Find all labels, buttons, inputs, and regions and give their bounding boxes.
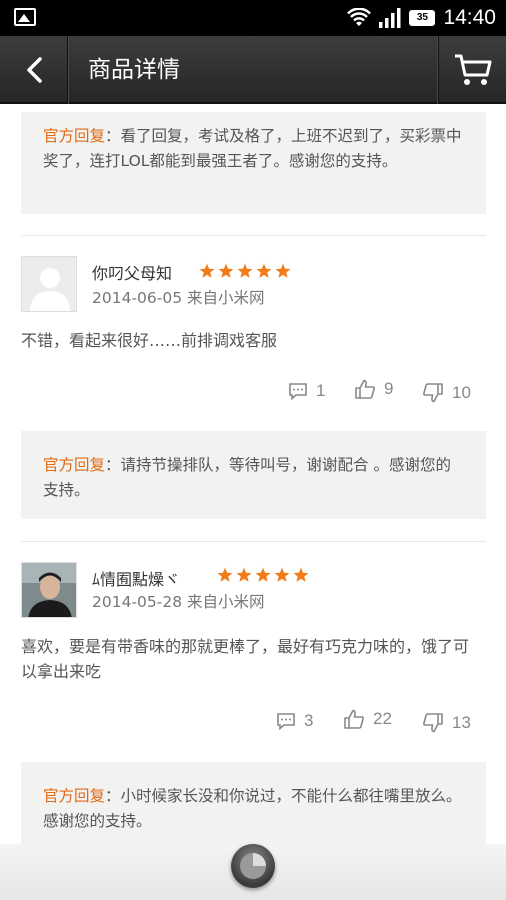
divider	[21, 235, 486, 236]
comment-button[interactable]: 3	[276, 711, 313, 731]
status-time: 14:40	[443, 6, 496, 29]
star-icon	[256, 263, 272, 278]
official-reply-text: ：请持节操排队，等待叫号，谢谢配合 。感谢您的支持。	[43, 456, 451, 499]
default-avatar-icon	[22, 257, 76, 311]
comment-icon	[289, 383, 307, 400]
official-reply: 官方回复：看了回复，考试及格了，上班不迟到了，买彩票中奖了，连打LOL都能到最强…	[21, 112, 486, 214]
comment-count: 1	[316, 381, 326, 400]
wifi-icon	[347, 8, 372, 26]
official-reply-label: 官方回复	[43, 787, 106, 805]
status-bar: 35 14:40	[0, 0, 506, 36]
dislike-count: 10	[452, 383, 471, 402]
dislike-button[interactable]: 13	[422, 713, 471, 733]
official-reply-label: 官方回复	[43, 456, 106, 474]
status-icons: 35 14:40	[347, 0, 496, 36]
star-icon	[217, 567, 233, 582]
review-content: 喜欢，要是有带香味的那就更棒了，最好有巧克力味的，饿了可以拿出来吃	[21, 637, 470, 681]
like-count: 9	[384, 379, 394, 398]
thumbs-down-icon	[423, 383, 443, 403]
username[interactable]: 你叼父母知	[92, 260, 172, 284]
like-button[interactable]: 22	[343, 709, 392, 729]
battery-icon: 35	[409, 10, 436, 26]
user-photo-icon	[22, 563, 76, 617]
divider	[21, 541, 486, 542]
star-rating	[199, 263, 291, 279]
bottom-bar	[0, 844, 506, 900]
home-icon[interactable]	[231, 844, 275, 888]
review-date-source: 2014-05-28 来自小米网	[92, 593, 265, 611]
review-date-source: 2014-06-05 来自小米网	[92, 289, 265, 307]
star-icon	[275, 263, 291, 278]
back-button[interactable]	[0, 36, 68, 104]
star-icon	[236, 567, 252, 582]
official-reply: 官方回复：小时候家长没和你说过，不能什么都往嘴里放么。感谢您的支持。	[21, 762, 486, 844]
star-icon	[218, 263, 234, 278]
star-icon	[237, 263, 253, 278]
like-count: 22	[373, 709, 392, 728]
star-rating	[217, 567, 309, 583]
username[interactable]: ﾑ情囿點燥ヾ	[92, 566, 180, 590]
back-arrow-icon	[26, 57, 42, 83]
official-reply-text: ：看了回复，考试及格了，上班不迟到了，买彩票中奖了，连打LOL都能到最强王者了。…	[43, 127, 462, 170]
page-title: 商品详情	[88, 57, 180, 83]
thumbs-down-icon	[423, 713, 443, 733]
comment-count: 3	[304, 711, 314, 730]
thumbs-up-icon	[355, 379, 375, 399]
thumbs-up-icon	[344, 709, 364, 729]
dislike-count: 13	[452, 713, 471, 732]
title-bar: 商品详情	[0, 36, 506, 104]
dislike-button[interactable]: 10	[422, 383, 471, 403]
star-icon	[199, 263, 215, 278]
home-button-inner	[240, 853, 266, 879]
avatar[interactable]	[21, 256, 77, 312]
official-reply-text: ：小时候家长没和你说过，不能什么都往嘴里放么。感谢您的支持。	[43, 787, 462, 830]
review-list[interactable]: 官方回复：看了回复，考试及格了，上班不迟到了，买彩票中奖了，连打LOL都能到最强…	[0, 104, 506, 844]
gallery-icon	[14, 8, 36, 26]
comment-icon	[277, 713, 295, 730]
comment-button[interactable]: 1	[288, 381, 325, 401]
star-icon	[293, 567, 309, 582]
like-button[interactable]: 9	[354, 379, 393, 399]
cart-button[interactable]	[438, 36, 506, 104]
avatar[interactable]	[21, 562, 77, 618]
signal-icon	[379, 8, 401, 28]
star-icon	[274, 567, 290, 582]
official-reply-label: 官方回复	[43, 127, 106, 145]
review-content: 不错，看起来很好……前排调戏客服	[21, 331, 278, 350]
star-icon	[255, 567, 271, 582]
official-reply: 官方回复：请持节操排队，等待叫号，谢谢配合 。感谢您的支持。	[21, 431, 486, 519]
cart-icon	[454, 54, 491, 85]
